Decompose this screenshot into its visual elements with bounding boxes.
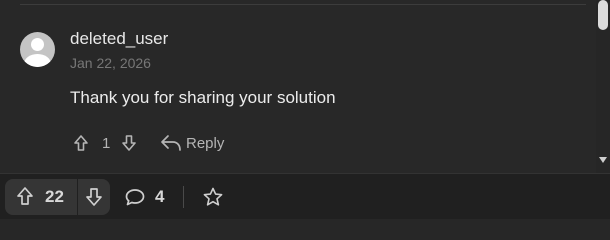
reply-button[interactable]: Reply: [160, 134, 224, 152]
scrollbar-thumb[interactable]: [598, 0, 608, 30]
arrow-up-icon: [16, 186, 36, 208]
favorite-button[interactable]: [201, 185, 225, 209]
divider: [20, 4, 586, 5]
comment-downvote-button[interactable]: [118, 131, 140, 155]
page: deleted_user Jan 22, 2026 Thank you for …: [0, 0, 610, 219]
comment-actions: 1 Reply: [70, 130, 224, 156]
star-icon: [203, 187, 223, 206]
post-action-bar: 22 4: [0, 173, 610, 219]
comment-date: Jan 22, 2026: [70, 55, 151, 71]
post-vote-group: 22: [5, 179, 110, 215]
reply-label: Reply: [186, 134, 225, 152]
avatar-head: [31, 38, 44, 51]
comments-button[interactable]: 4: [124, 179, 164, 215]
comment-bubble-icon: [125, 189, 145, 206]
comment-text: Thank you for sharing your solution: [70, 88, 336, 107]
arrow-up-icon: [74, 135, 88, 151]
scroll-down-arrow-icon[interactable]: [598, 156, 608, 164]
post-vote-count: 22: [45, 187, 64, 206]
avatar[interactable]: [20, 32, 55, 67]
toolbar-divider: [183, 186, 184, 208]
post-downvote-button[interactable]: [78, 179, 110, 215]
comment-list: deleted_user Jan 22, 2026 Thank you for …: [0, 0, 596, 173]
comment-upvote-button[interactable]: [70, 131, 92, 155]
arrow-down-icon: [86, 188, 102, 206]
scrollbar[interactable]: [596, 0, 610, 173]
reply-icon: [161, 135, 181, 151]
comment-vote-count: 1: [102, 134, 111, 152]
avatar-body: [24, 54, 51, 67]
comment-username[interactable]: deleted_user: [70, 29, 168, 49]
comment-count: 4: [155, 187, 165, 206]
post-upvote-button[interactable]: 22: [5, 179, 76, 215]
arrow-down-icon: [122, 135, 136, 151]
